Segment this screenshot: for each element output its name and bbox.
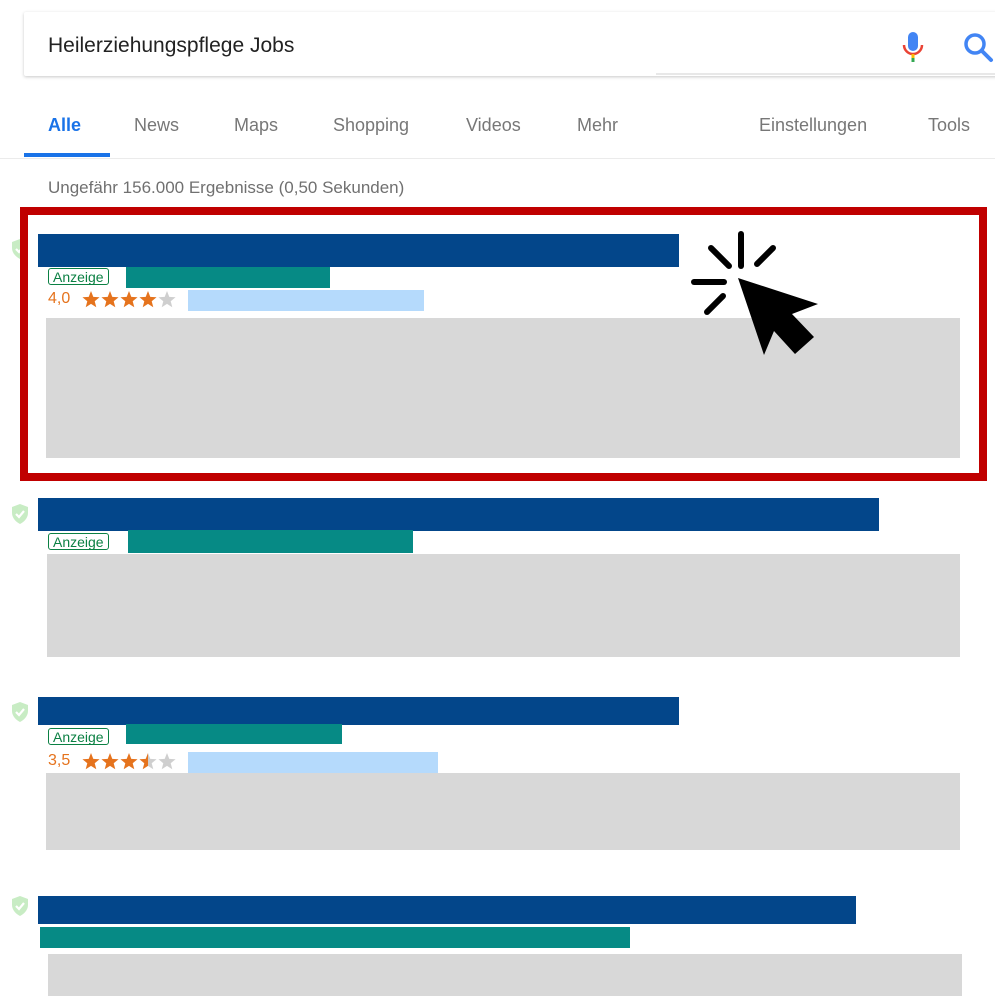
rating-stars [82,291,176,308]
tab-maps[interactable]: Maps [234,115,278,136]
result-snippet-redacted [46,773,960,850]
star-icon [120,753,138,770]
star-icon [82,291,100,308]
shield-check-icon [12,896,28,916]
result-snippet-redacted [46,318,960,458]
star-icon [139,291,157,308]
search-icon[interactable] [961,30,995,64]
result-url-redacted[interactable] [126,724,342,744]
rating-value: 4,0 [48,290,71,307]
star-icon [120,291,138,308]
ad-badge: Anzeige [48,728,109,745]
rating-stars [82,753,176,770]
star-icon [82,753,100,770]
result-snippet-redacted [47,554,960,657]
active-tab-indicator [24,153,110,157]
star-icon [139,753,157,770]
tab-news[interactable]: News [134,115,179,136]
tab-alle[interactable]: Alle [48,115,81,136]
tab-videos[interactable]: Videos [466,115,521,136]
star-icon [158,753,176,770]
tab-tools[interactable]: Tools [928,115,970,136]
result-title-redacted[interactable] [38,697,679,725]
search-tabs: Alle News Maps Shopping Videos Mehr Eins… [0,98,995,159]
star-icon [101,291,119,308]
search-box-divider [656,73,995,75]
ad-badge: Anzeige [48,268,109,285]
search-input[interactable]: Heilerziehungspflege Jobs [48,34,294,58]
tab-shopping[interactable]: Shopping [333,115,409,136]
result-snippet-redacted [48,954,962,996]
result-url-redacted[interactable] [126,267,330,288]
review-count-redacted[interactable] [188,752,438,773]
star-icon [101,753,119,770]
result-title-redacted[interactable] [38,896,856,924]
result-stats: Ungefähr 156.000 Ergebnisse (0,50 Sekund… [48,178,405,197]
review-count-redacted[interactable] [188,290,424,311]
rating-value: 3,5 [48,752,71,769]
shield-check-icon [12,702,28,722]
result-title-redacted[interactable] [38,234,679,267]
search-box[interactable]: Heilerziehungspflege Jobs [24,12,995,76]
ad-badge: Anzeige [48,533,109,550]
click-cursor-icon [691,231,818,355]
shield-check-icon [12,504,28,524]
result-url-redacted[interactable] [40,927,630,948]
microphone-icon[interactable] [900,30,926,64]
star-icon [158,291,176,308]
result-title-redacted[interactable] [38,498,879,531]
result-url-redacted[interactable] [128,530,413,553]
tab-einstellungen[interactable]: Einstellungen [759,115,867,136]
tab-mehr[interactable]: Mehr [577,115,618,136]
